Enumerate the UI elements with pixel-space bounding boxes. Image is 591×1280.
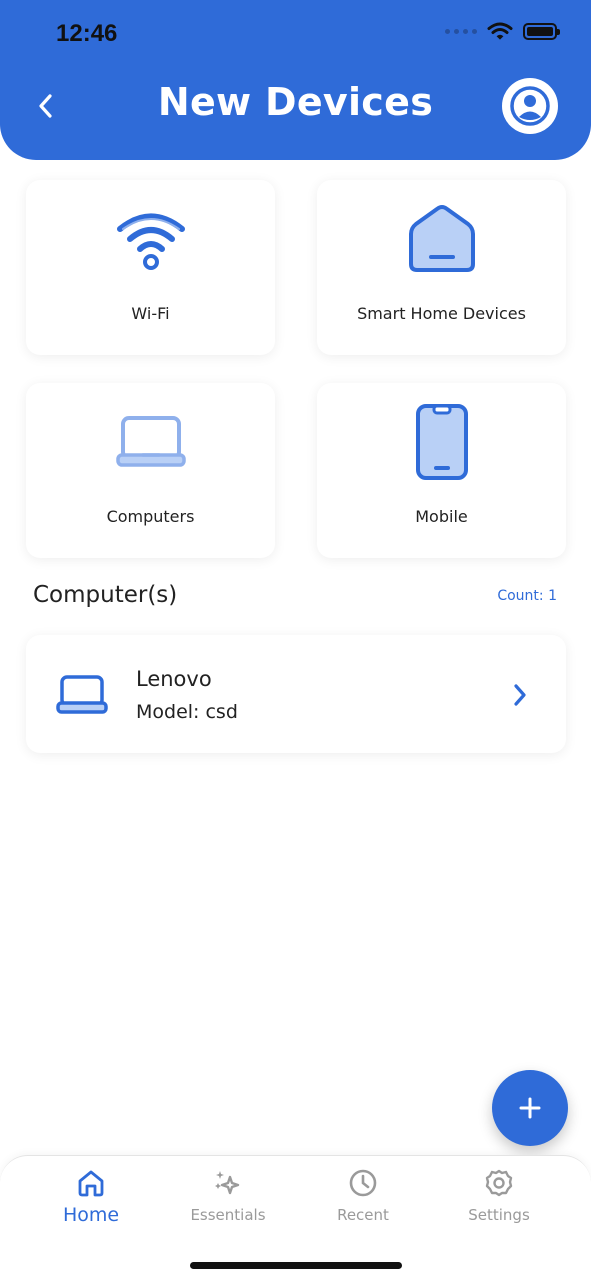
signal-icon [445,29,477,34]
clock-icon [349,1169,377,1197]
tab-recent[interactable]: Recent [303,1168,423,1224]
category-label: Smart Home Devices [357,304,526,323]
chevron-right-icon[interactable] [512,683,528,707]
category-grid: Wi-Fi Smart Home Devices Computers Mobil… [26,180,566,558]
category-card-computers[interactable]: Computers [26,383,275,558]
battery-icon [523,23,560,40]
tab-label: Settings [468,1206,530,1224]
section-title: Computer(s) [33,582,178,608]
category-card-wifi[interactable]: Wi-Fi [26,180,275,355]
status-icons [445,22,560,41]
category-label: Mobile [415,507,468,526]
tab-label: Home [62,1204,120,1226]
phone-icon [415,404,468,480]
tab-label: Recent [337,1206,389,1224]
category-card-smart-home[interactable]: Smart Home Devices [317,180,566,355]
device-count: Count: 1 [497,588,557,604]
wifi-status-icon [487,22,513,40]
plus-icon [519,1097,541,1119]
device-name: Lenovo [136,667,212,691]
wifi-icon [116,213,185,270]
sparkles-icon [215,1171,240,1195]
gear-icon [485,1169,513,1197]
category-card-mobile[interactable]: Mobile [317,383,566,558]
category-label: Wi-Fi [131,304,170,323]
house-icon [408,205,475,272]
profile-button[interactable] [502,78,558,134]
device-list-item[interactable]: Lenovo Model: csd [26,635,566,753]
category-label: Computers [106,507,195,526]
tab-settings[interactable]: Settings [439,1168,559,1224]
laptop-icon [56,675,108,714]
add-device-button[interactable] [492,1070,568,1146]
status-time: 12:46 [56,20,118,47]
tab-essentials[interactable]: Essentials [168,1168,288,1224]
device-model: Model: csd [136,701,238,723]
user-circle-icon [510,86,550,126]
app-header: 12:46 New Devices [0,0,591,160]
laptop-icon [115,416,186,467]
tab-label: Essentials [190,1206,266,1224]
home-icon [78,1170,104,1197]
tab-home[interactable]: Home [31,1168,151,1226]
home-indicator [190,1262,402,1269]
